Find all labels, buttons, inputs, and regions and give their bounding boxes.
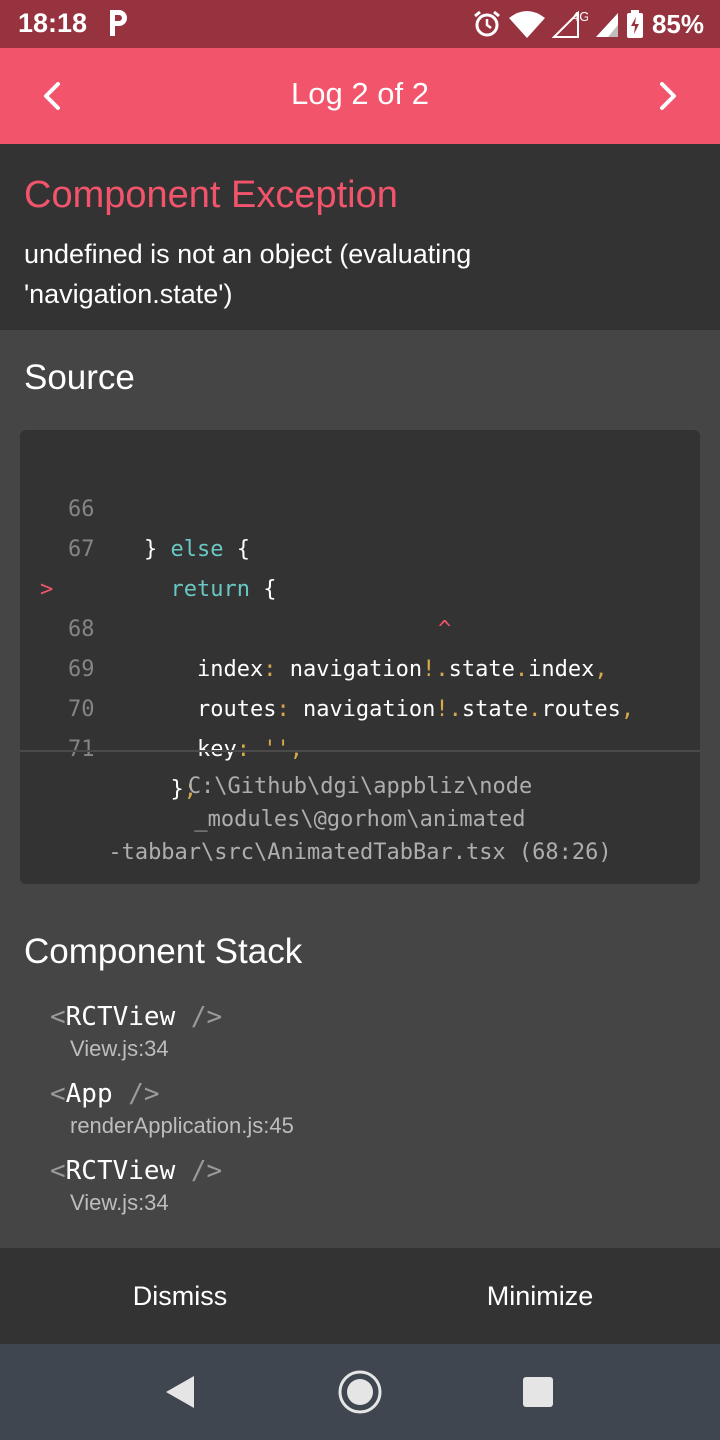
code-line: 66 } else {	[20, 450, 700, 562]
code-line-highlighted: > 68 index: navigation!.state.index,	[20, 530, 700, 682]
log-navigation-bar: Log 2 of 2	[0, 48, 720, 144]
dismiss-button[interactable]: Dismiss	[0, 1248, 360, 1344]
code-lines: 66 } else { 67 return { > 68 index: navi…	[20, 450, 700, 802]
signal-4g-icon: 4G	[551, 9, 588, 38]
alarm-icon	[474, 10, 500, 37]
minimize-button[interactable]: Minimize	[360, 1248, 720, 1344]
battery-charging-icon	[626, 10, 643, 38]
parking-icon	[110, 10, 127, 36]
system-navigation-bar	[0, 1344, 720, 1440]
svg-text:4G: 4G	[572, 9, 588, 24]
chevron-right-icon[interactable]	[648, 76, 688, 116]
status-icons: 4G 85%	[472, 6, 704, 42]
triangle-back-icon[interactable]	[156, 1368, 204, 1416]
stack-frame[interactable]: <RCTView /> View.js:34	[50, 1156, 222, 1216]
log-counter-title: Log 2 of 2	[291, 76, 429, 111]
component-stack-heading: Component Stack	[24, 932, 303, 971]
square-recent-icon[interactable]	[514, 1368, 562, 1416]
wifi-icon	[508, 11, 545, 38]
stack-frame[interactable]: <RCTView /> View.js:34	[50, 1002, 222, 1062]
code-line: 69 routes: navigation!.state.routes,	[20, 610, 700, 722]
code-line-caret: ^	[20, 570, 700, 642]
error-title: Component Exception	[24, 174, 398, 216]
status-bar: 18:18 4G 85%	[0, 0, 720, 48]
frame-component-name: <RCTView />	[50, 1002, 223, 1032]
code-line: 67 return {	[20, 490, 700, 602]
stack-frame[interactable]: <App /> renderApplication.js:45	[50, 1079, 294, 1139]
code-line: 71 };	[20, 690, 700, 802]
source-file-path[interactable]: C:\Github\dgi\appbliz\node _modules\@gor…	[40, 770, 680, 869]
action-bar: Dismiss Minimize	[0, 1248, 720, 1344]
error-message: undefined is not an object (evaluating '…	[24, 239, 472, 309]
frame-component-name: <RCTView />	[50, 1156, 223, 1186]
code-line: 70 key: '',	[20, 650, 700, 762]
frame-component-name: <App />	[50, 1079, 160, 1109]
error-header: Component Exception undefined is not an …	[0, 144, 720, 330]
code-divider	[20, 750, 700, 752]
source-heading: Source	[24, 358, 135, 397]
code-frame[interactable]: 66 } else { 67 return { > 68 index: navi…	[20, 430, 700, 884]
circle-home-icon[interactable]	[336, 1368, 384, 1416]
frame-location: renderApplication.js:45	[70, 1113, 294, 1138]
battery-percentage: 85%	[651, 8, 704, 39]
signal-icon	[595, 13, 618, 37]
status-time: 18:18	[18, 8, 88, 38]
frame-location: View.js:34	[70, 1036, 169, 1061]
frame-location: View.js:34	[70, 1190, 169, 1215]
